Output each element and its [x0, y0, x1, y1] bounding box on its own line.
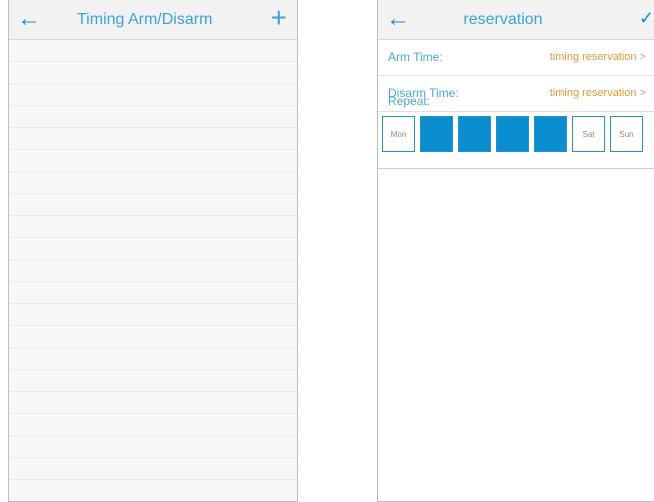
arm-time-value-text: timing reservation: [549, 51, 637, 63]
day-toggle-wed[interactable]: Wed: [458, 116, 491, 152]
reservation-screen: ← reservation ✓ Arm Time: timing reserva…: [377, 0, 654, 502]
day-toggle-sat[interactable]: Sat: [572, 116, 605, 152]
arm-time-row[interactable]: Arm Time: timing reservation >: [378, 40, 654, 76]
disarm-time-value-text: timing reservation: [549, 87, 637, 99]
chevron-right-icon: >: [639, 51, 646, 63]
day-toggle-mon[interactable]: Mon: [382, 116, 415, 152]
confirm-check-icon[interactable]: ✓: [639, 8, 654, 29]
day-toggle-fri[interactable]: Fri: [534, 116, 567, 152]
arm-time-label: Arm Time:: [388, 50, 443, 64]
chevron-right-icon: >: [639, 87, 646, 99]
repeat-label: Repeat:: [388, 94, 431, 108]
repeat-days: Mon Tues Wed Thur Fri Sat Sun: [382, 116, 643, 152]
header-bar: ← reservation ✓: [378, 0, 654, 40]
page-title: Timing Arm/Disarm: [77, 11, 213, 28]
schedule-list: [9, 40, 297, 501]
back-arrow-icon[interactable]: ←: [17, 6, 41, 32]
day-toggle-thur[interactable]: Thur: [496, 116, 529, 152]
timing-arm-disarm-screen: ← Timing Arm/Disarm +: [8, 0, 298, 502]
page-title: reservation: [463, 11, 543, 28]
add-icon[interactable]: +: [271, 3, 287, 33]
arm-time-value: timing reservation >: [550, 51, 646, 63]
header-bar: ← Timing Arm/Disarm +: [9, 0, 297, 40]
section-divider: [378, 168, 654, 169]
day-toggle-tues[interactable]: Tues: [420, 116, 453, 152]
disarm-time-value: timing reservation >: [550, 87, 646, 99]
day-toggle-sun[interactable]: Sun: [610, 116, 643, 152]
